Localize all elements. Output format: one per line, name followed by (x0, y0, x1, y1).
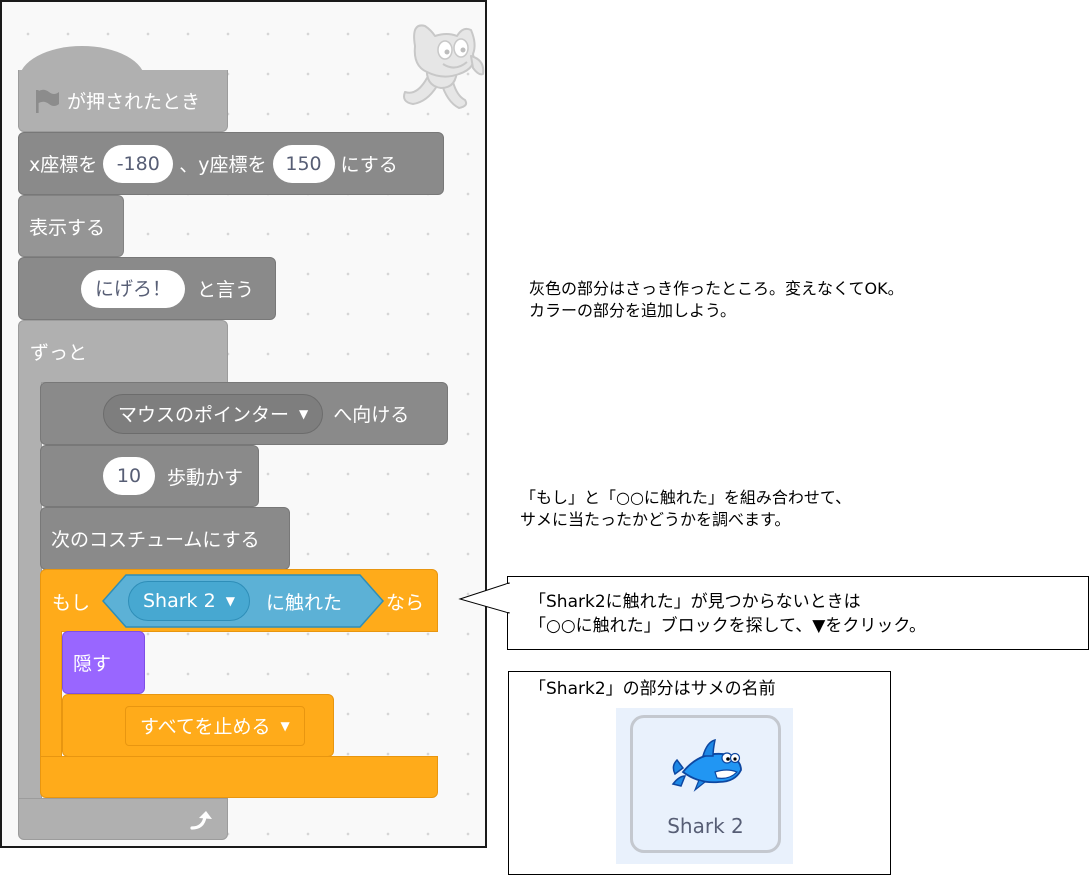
go-to-xy-block[interactable]: x座標を -180 、y座標を 150 にする (18, 132, 444, 195)
callout-text: 「Shark2に触れた」が見つからないときは 「○○に触れた」ブロックを探して、… (529, 590, 926, 638)
if-label: もし (52, 592, 91, 614)
dropdown-triangle-icon: ▼ (280, 718, 290, 733)
hat-label: が押されたとき (67, 91, 201, 113)
gray-note: 灰色の部分はさっき作ったところ。変えなくてOK。 カラーの部分を追加しよう。 (529, 278, 904, 322)
stop-option-dropdown[interactable]: すべてを止める ▼ (125, 705, 305, 746)
say-block[interactable]: にげろ！ と言う (18, 257, 276, 320)
if-footer (40, 756, 438, 798)
sprite-dropdown[interactable]: Shark 2 ▼ (128, 581, 250, 621)
shark-icon (671, 738, 742, 792)
dropdown-triangle-icon: ▼ (299, 406, 309, 421)
y-input[interactable]: 150 (272, 144, 335, 183)
callout-pointer (458, 582, 510, 614)
forever-label: ずっと (30, 342, 88, 364)
stop-block[interactable]: すべてを止める ▼ (62, 694, 334, 757)
point-target-dropdown[interactable]: マウスのポインター ▼ (103, 393, 324, 434)
move-steps-block[interactable]: 10 歩動かす (40, 445, 259, 507)
callout-line2: 「○○に触れた」ブロックを探して、▼をクリック。 (529, 616, 927, 636)
goto-prefix-label: x座標を (29, 154, 98, 176)
show-block[interactable]: 表示する (18, 195, 124, 257)
next-costume-label: 次のコスチュームにする (51, 529, 260, 551)
goto-suffix-label: にする (340, 154, 398, 176)
callout-line1: 「Shark2に触れた」が見つからないときは (529, 592, 861, 612)
sprite-name-label: Shark 2 (143, 590, 216, 612)
when-flag-clicked-block[interactable]: が押されたとき (18, 70, 228, 132)
callout-box: 「Shark2に触れた」が見つからないときは 「○○に触れた」ブロックを探して、… (507, 576, 1089, 650)
show-label: 表示する (29, 216, 106, 239)
dropdown-triangle-icon: ▼ (225, 594, 235, 608)
combine-note-line2: サメに当たったかどうかを調べます。 (520, 510, 791, 529)
hide-block[interactable]: 隠す (62, 631, 145, 694)
forever-footer (18, 798, 228, 840)
name-note: 「Shark2」の部分はサメの名前 (529, 679, 776, 699)
say-suffix-label: と言う (197, 279, 255, 301)
combine-note: 「もし」と「○○に触れた」を組み合わせて、 サメに当たったかどうかを調べます。 (520, 487, 851, 531)
move-suffix-label: 歩動かす (167, 466, 244, 489)
scratch-cat-icon (403, 24, 485, 109)
hide-label: 隠す (73, 653, 112, 675)
if-arm (40, 631, 62, 757)
point-suffix-label: へ向ける (333, 404, 410, 426)
sprite-tile[interactable]: Shark 2 (630, 715, 781, 853)
then-label: なら (386, 592, 425, 614)
say-text-input[interactable]: にげろ！ (81, 269, 186, 308)
point-towards-block[interactable]: マウスのポインター ▼ へ向ける (40, 382, 448, 445)
sprite-name-box: 「Shark2」の部分はサメの名前 Shark 2 (508, 671, 891, 875)
next-costume-block[interactable]: 次のコスチュームにする (40, 507, 290, 570)
stop-option-label: すべてを止める (140, 716, 271, 738)
gray-note-line1: 灰色の部分はさっき作ったところ。変えなくてOK。 (529, 279, 904, 298)
point-target-label: マウスのポインター (118, 404, 290, 426)
x-input[interactable]: -180 (103, 144, 174, 183)
combine-note-line1: 「もし」と「○○に触れた」を組み合わせて、 (520, 488, 852, 507)
code-area[interactable]: が押されたとき x座標を -180 、y座標を 150 にする 表示する にげろ… (0, 0, 487, 848)
loop-arrow-icon (190, 811, 212, 830)
goto-middle-label: 、y座標を (179, 154, 267, 176)
green-flag-icon (36, 89, 59, 113)
sprite-tile-label: Shark 2 (667, 814, 744, 838)
steps-input[interactable]: 10 (103, 457, 155, 495)
touching-label: に触れた (266, 592, 343, 614)
forever-arm (18, 382, 42, 800)
gray-note-line2: カラーの部分を追加しよう。 (529, 301, 737, 320)
sprite-tile-bg: Shark 2 (616, 708, 793, 864)
